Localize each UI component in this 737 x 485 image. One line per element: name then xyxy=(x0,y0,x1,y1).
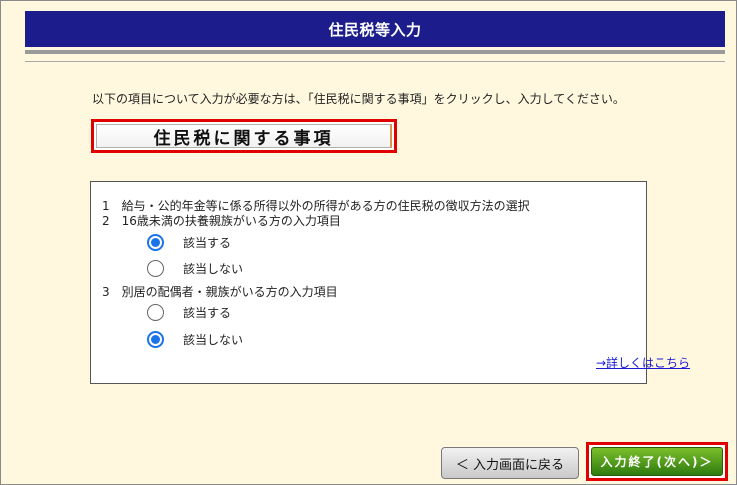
summary-panel: 1 給与・公的年金等に係る所得以外の所得がある方の住民税の徴収方法の選択 2 1… xyxy=(90,181,690,384)
instruction-text: 以下の項目について入力が必要な方は、「住民税に関する事項」をクリックし、入力して… xyxy=(92,92,625,106)
item-3-yes-label: 該当する xyxy=(183,306,232,320)
header-divider-thin xyxy=(25,61,725,62)
finish-button-highlight: 入力終了(次へ)＞ xyxy=(586,442,728,481)
radio-button[interactable] xyxy=(147,260,164,277)
page-title: 住民税等入力 xyxy=(25,11,725,47)
page-title-text: 住民税等入力 xyxy=(328,20,422,39)
item-3-option-yes[interactable]: 該当する xyxy=(147,304,231,321)
item-3-option-no[interactable]: 該当しない xyxy=(147,331,243,348)
item-3-label: 3 別居の配偶者・親族がいる方の入力項目 xyxy=(102,285,338,299)
item-3-no-label: 該当しない xyxy=(183,333,244,347)
item-2-label: 2 16歳未満の扶養親族がいる方の入力項目 xyxy=(102,214,341,228)
item-2-option-yes[interactable]: 該当する xyxy=(147,234,231,251)
page-frame: 住民税等入力 以下の項目について入力が必要な方は、「住民税に関する事項」をクリッ… xyxy=(0,0,737,485)
back-to-input-button[interactable]: ＜ 入力画面に戻る xyxy=(441,447,579,479)
detail-link[interactable]: →詳しくはこちら xyxy=(596,354,690,371)
resident-tax-button[interactable]: 住民税に関する事項 xyxy=(96,124,392,149)
finish-input-next-button[interactable]: 入力終了(次へ)＞ xyxy=(591,447,723,476)
radio-button[interactable] xyxy=(147,304,164,321)
item-2-option-no[interactable]: 該当しない xyxy=(147,260,243,277)
radio-button-checked[interactable] xyxy=(147,234,164,251)
radio-button-checked[interactable] xyxy=(147,331,164,348)
item-2-yes-label: 該当する xyxy=(183,236,232,250)
resident-tax-button-highlight: 住民税に関する事項 xyxy=(91,119,397,153)
item-2-no-label: 該当しない xyxy=(183,262,244,276)
header-divider xyxy=(25,50,725,54)
